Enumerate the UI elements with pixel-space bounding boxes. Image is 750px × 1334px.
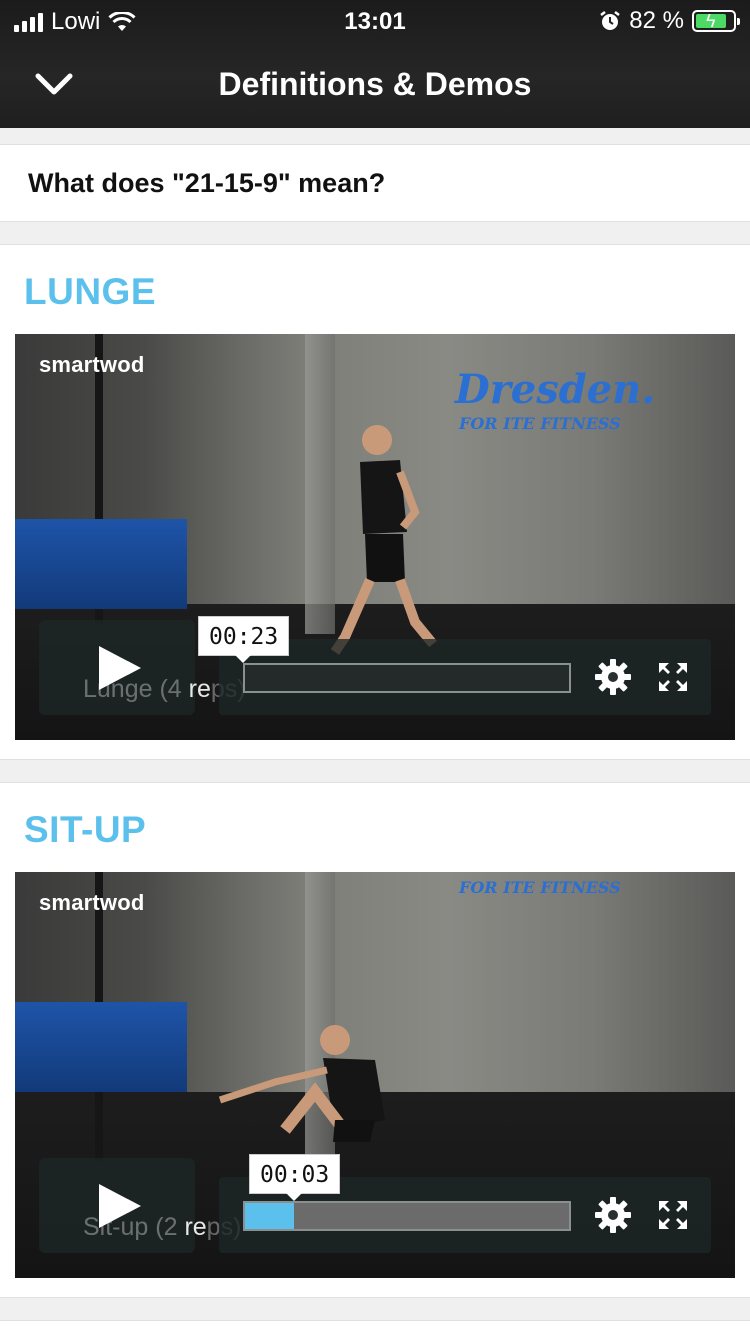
athlete-figure bbox=[330, 425, 437, 655]
fullscreen-icon[interactable] bbox=[657, 661, 689, 693]
video-caption: Sit-up (2 reps) bbox=[83, 1213, 241, 1241]
wall-graffiti-sub: FOR ITE FITNESS bbox=[459, 414, 621, 433]
status-bar: Lowi 13:01 82 % ϟ bbox=[0, 0, 750, 42]
faq-question-label: What does "21-15-9" mean? bbox=[28, 167, 386, 198]
exercise-card-lunge: LUNGE Dresden. FOR ITE FITNESS smartwod … bbox=[0, 244, 750, 760]
video-player[interactable]: Dresden. FOR ITE FITNESS smartwod Lunge … bbox=[15, 334, 735, 740]
exercise-card-next bbox=[0, 1320, 750, 1334]
smartwod-watermark: smartwod bbox=[39, 352, 145, 377]
exercise-title: LUNGE bbox=[24, 271, 156, 312]
progress-fill bbox=[245, 1203, 294, 1229]
progress-bar[interactable] bbox=[243, 663, 571, 693]
time-tooltip: 00:23 bbox=[198, 616, 290, 663]
video-player[interactable]: FOR ITE FITNESS smartwod Sit-up (2 reps) bbox=[15, 872, 735, 1278]
page-title: Definitions & Demos bbox=[218, 66, 532, 102]
wall-graffiti: Dresden. bbox=[455, 366, 656, 413]
gear-icon[interactable] bbox=[593, 1195, 633, 1235]
header: Lowi 13:01 82 % ϟ Definitions & Demos bbox=[0, 0, 750, 128]
time-tooltip: 00:03 bbox=[249, 1154, 341, 1201]
nav-bar: Definitions & Demos bbox=[0, 42, 750, 128]
exercise-card-sit-up: SIT-UP FOR ITE FITNESS smartwod Sit-up (… bbox=[0, 782, 750, 1298]
battery-charging-icon: ϟ bbox=[692, 10, 740, 32]
smartwod-watermark: smartwod bbox=[39, 890, 145, 915]
alarm-icon bbox=[600, 11, 621, 30]
exercise-title: SIT-UP bbox=[24, 809, 147, 850]
athlete-figure bbox=[218, 1025, 385, 1142]
video-control-bar bbox=[219, 639, 711, 715]
wall-graffiti-sub: FOR ITE FITNESS bbox=[459, 878, 621, 897]
faq-question-row[interactable]: What does "21-15-9" mean? bbox=[0, 144, 750, 222]
battery-percent: 82 % bbox=[629, 7, 684, 34]
progress-bar[interactable] bbox=[243, 1201, 571, 1231]
gear-icon[interactable] bbox=[593, 657, 633, 697]
fullscreen-icon[interactable] bbox=[657, 1199, 689, 1231]
status-right: 82 % ϟ bbox=[599, 7, 740, 35]
